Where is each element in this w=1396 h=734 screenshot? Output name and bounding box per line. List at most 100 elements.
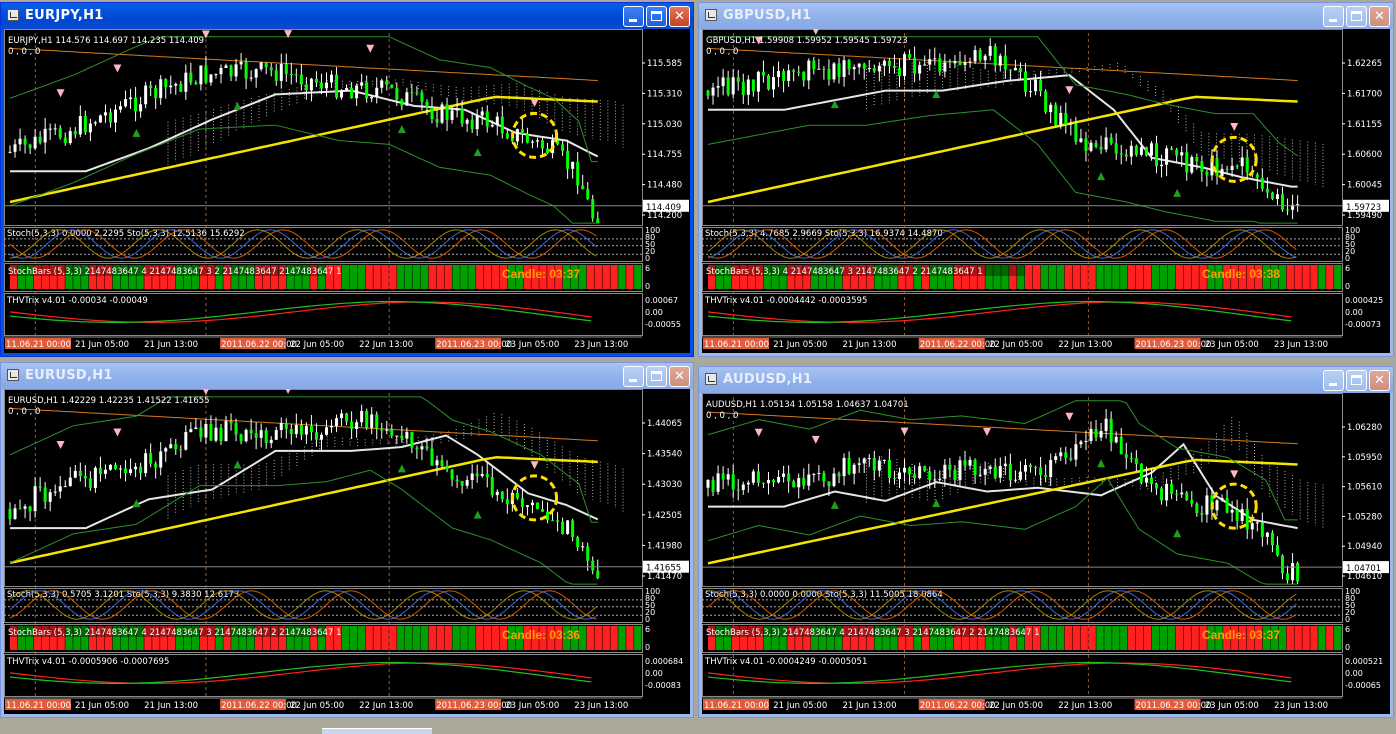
bull-candle [878,461,881,471]
chart-area[interactable]: AUDUSD,H1 1.05134 1.05158 1.04637 1.0470… [702,393,1390,714]
stochbar [1334,626,1341,650]
time-axis-label: 2011.06.23 00:00 [436,701,512,711]
bull-candle [471,474,474,480]
stoch-scale-label: 0 [1345,615,1350,624]
maximize-button[interactable] [646,366,667,387]
stochbar [492,265,499,289]
chart-window-eurjpy[interactable]: EURJPY,H1 ✕ EURJPY,H1 114.576 114.697 11… [0,2,694,357]
window-titlebar[interactable]: EURUSD,H1 ✕ [1,363,693,389]
chart-svg[interactable]: EURJPY,H1 114.576 114.697 114.235 114.40… [4,29,690,353]
close-button[interactable]: ✕ [1369,6,1390,27]
main-chart-frame [5,390,643,587]
bear-candle [822,473,825,481]
bear-candle [873,68,876,71]
candle-timer: Candle: 03:36 [502,628,580,642]
chart-info-line2: 0 , 0 , 0 [8,47,40,57]
bull-candle [989,46,992,56]
bear-candle [1170,148,1173,149]
price-axis-label: 114.755 [647,150,682,160]
stochbar [1184,626,1191,650]
stochbar [1176,626,1183,650]
bear-candle [451,469,454,479]
time-axis-label: 2011.06.23 00:00 [1136,340,1212,350]
maximize-button[interactable] [646,6,667,27]
chart-svg[interactable]: AUDUSD,H1 1.05134 1.05158 1.04637 1.0470… [702,393,1390,714]
ma-white-line [10,436,598,529]
window-titlebar[interactable]: GBPUSD,H1 ✕ [699,3,1393,29]
candle-timer: Candle: 03:37 [502,267,580,281]
ma-yellow-line [708,460,1298,563]
bull-candle [225,421,228,441]
bull-candle [174,84,177,86]
sell-arrow-icon [366,45,374,53]
maximize-icon [651,371,662,381]
bull-candle [44,129,47,143]
buy-arrow-icon [234,460,242,468]
candle-timer: Candle: 03:38 [1202,267,1280,281]
chart-area[interactable]: GBPUSD,H1 1.59908 1.59952 1.59545 1.5972… [702,29,1390,353]
bear-candle [1024,72,1027,92]
stochbar [1096,626,1103,650]
bear-candle [385,80,388,84]
bull-candle [456,108,459,110]
taskbar-strip[interactable] [322,728,432,734]
stochbar [366,626,373,650]
close-button[interactable]: ✕ [1369,370,1390,391]
bear-candle [1135,146,1138,155]
bull-candle [1049,105,1052,112]
price-axis-label: 1.04940 [1347,542,1382,552]
maximize-button[interactable] [1346,370,1367,391]
bull-candle [260,430,263,438]
bull-candle [114,110,117,123]
stochbar [1080,626,1087,650]
close-button[interactable]: ✕ [669,6,690,27]
minimize-button[interactable] [623,6,644,27]
stochbar [342,265,349,289]
bear-candle [179,84,182,92]
bear-candle [908,468,911,475]
bull-candle [843,458,846,476]
close-button[interactable]: ✕ [669,366,690,387]
bear-candle [219,428,222,441]
bull-candle [405,432,408,439]
time-axis-label: 22 Jun 13:00 [1058,340,1112,350]
sell-arrow-icon [755,429,763,437]
bull-candle [727,474,730,479]
bear-candle [994,467,997,478]
chart-window-eurusd[interactable]: EURUSD,H1 ✕ EURUSD,H1 1.42229 1.42235 1.… [0,362,694,718]
bear-candle [290,429,293,434]
bear-candle [124,468,127,473]
bear-candle [39,486,42,487]
chart-svg[interactable]: EURUSD,H1 1.42229 1.42235 1.41522 1.4165… [4,389,690,714]
chart-window-gbpusd[interactable]: GBPUSD,H1 ✕ GBPUSD,H1 1.59908 1.59952 1.… [698,2,1394,357]
window-titlebar[interactable]: AUDUSD,H1 ✕ [699,367,1393,393]
bull-candle [747,483,750,485]
bear-candle [59,128,62,137]
window-titlebar[interactable]: EURJPY,H1 ✕ [1,3,693,29]
close-icon: ✕ [1374,9,1385,24]
bull-candle [225,66,228,68]
bull-candle [481,111,484,115]
ma-yellow-line [10,457,598,563]
chart-area[interactable]: EURUSD,H1 1.42229 1.42235 1.41522 1.4165… [4,389,690,714]
chart-svg[interactable]: GBPUSD,H1 1.59908 1.59952 1.59545 1.5972… [702,29,1390,353]
minimize-button[interactable] [1323,6,1344,27]
maximize-button[interactable] [1346,6,1367,27]
stochbar [1310,626,1317,650]
buy-arrow-icon [132,129,140,137]
stochbar [1168,265,1175,289]
chart-window-audusd[interactable]: AUDUSD,H1 ✕ AUDUSD,H1 1.05134 1.05158 1.… [698,366,1394,718]
minimize-button[interactable] [623,366,644,387]
minimize-icon [1329,383,1337,386]
bear-candle [164,79,167,87]
bear-candle [964,460,967,465]
minimize-button[interactable] [1323,370,1344,391]
stochbar [437,265,444,289]
chart-area[interactable]: EURJPY,H1 114.576 114.697 114.235 114.40… [4,29,690,353]
time-axis-label: 11.06.21 00:00 [704,701,769,711]
bear-candle [471,120,474,129]
bear-candle [315,79,318,83]
bear-candle [415,92,418,93]
stochbar [1152,626,1159,650]
bull-candle [1054,456,1057,460]
